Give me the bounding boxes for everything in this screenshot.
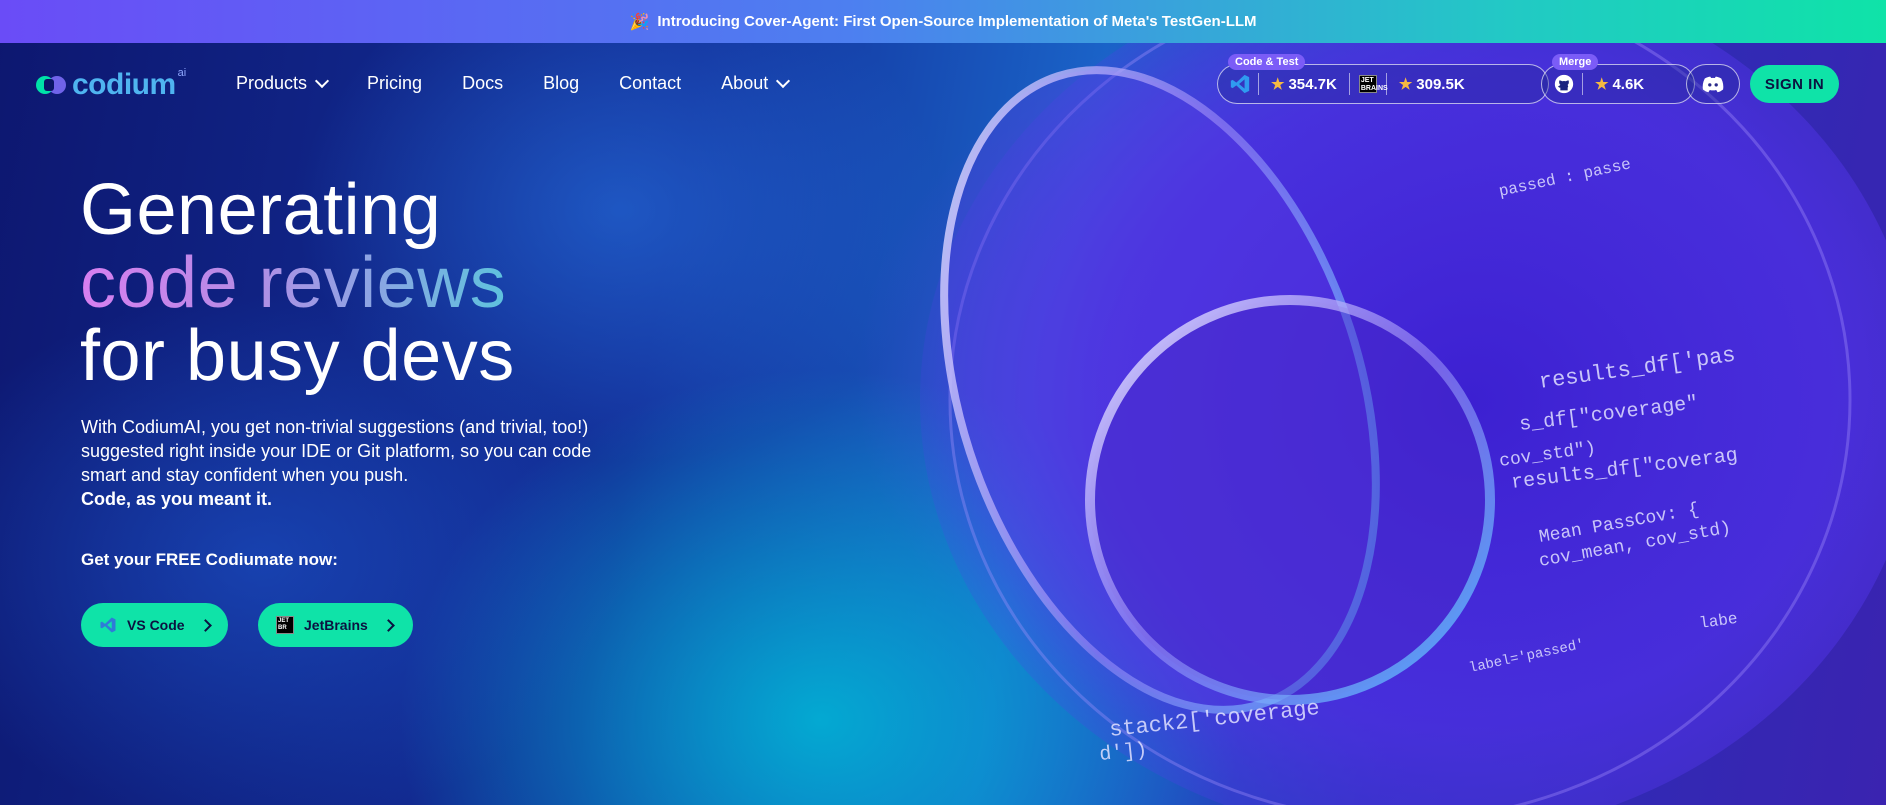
nav-item-contact[interactable]: Contact	[619, 73, 681, 94]
code-test-badge: Code & Test	[1228, 54, 1306, 70]
cta-label: Get your FREE Codiumate now:	[81, 550, 338, 569]
hero-tagline: Code, as you meant it.	[81, 489, 273, 509]
jetbrains-download-button[interactable]: JET BR JetBrains	[258, 603, 413, 647]
top-navigation: codium ai Products Pricing Docs Blog Con…	[0, 43, 1886, 127]
divider	[1348, 73, 1350, 95]
vscode-download-button[interactable]: VS Code	[81, 603, 228, 647]
jetbrains-button-label: JetBrains	[304, 617, 368, 633]
logo-text: codium	[72, 68, 176, 101]
announcement-bar[interactable]: 🎉 Introducing Cover-Agent: First Open-So…	[0, 0, 1886, 43]
chevron-right-icon	[198, 618, 212, 632]
nav-label: Blog	[543, 73, 580, 93]
vscode-rating: ★ 354.7K	[1271, 75, 1337, 94]
nav-label: Docs	[462, 73, 504, 93]
star-icon: ★	[1595, 76, 1609, 93]
github-icon[interactable]	[1552, 72, 1576, 96]
discord-icon	[1702, 76, 1724, 93]
divider	[1385, 73, 1387, 95]
codium-logo-icon	[36, 74, 68, 96]
nav-label: About	[721, 73, 769, 93]
logo-suffix: ai	[177, 67, 187, 79]
nav-item-pricing[interactable]: Pricing	[367, 73, 422, 94]
merge-badge: Merge	[1552, 54, 1599, 70]
party-icon: 🎉	[629, 13, 650, 31]
jetbrains-rating: ★ 309.5K	[1398, 75, 1465, 94]
jetbrains-count: 309.5K	[1416, 75, 1465, 93]
nav-item-products[interactable]: Products	[236, 73, 330, 94]
discord-button[interactable]	[1686, 64, 1740, 104]
hero-description-text: With CodiumAI, you get non-trivial sugge…	[81, 417, 592, 485]
divider	[1582, 73, 1583, 95]
hero-title-line3: for busy devs	[80, 316, 515, 396]
announcement-text[interactable]: Introducing Cover-Agent: First Open-Sour…	[657, 13, 1256, 30]
chevron-down-icon	[776, 73, 791, 89]
jetbrains-icon: JET BR	[276, 616, 294, 634]
hero-title-line1: Generating	[80, 170, 442, 250]
vscode-icon	[100, 617, 116, 633]
chevron-down-icon	[314, 73, 330, 89]
sign-in-button[interactable]: SIGN IN	[1750, 65, 1839, 103]
tunnel-inner-ring	[1085, 295, 1495, 705]
star-icon: ★	[1398, 76, 1413, 93]
vscode-icon[interactable]	[1228, 72, 1252, 96]
hero-description: With CodiumAI, you get non-trivial sugge…	[81, 415, 611, 511]
main-menu: Products Pricing Docs Blog Contact About	[236, 73, 828, 94]
vscode-button-label: VS Code	[127, 617, 185, 633]
codium-logo[interactable]: codium ai	[36, 65, 186, 105]
merge-stats: Merge ★ 4.6K	[1541, 54, 1695, 104]
code-test-stats: Code & Test ★ 354.7K JET BRAINS ★ 309.5K	[1217, 54, 1549, 104]
github-count: 4.6K	[1612, 75, 1645, 93]
hero-title-line2: code reviews	[80, 247, 515, 320]
chevron-right-icon	[381, 618, 395, 632]
nav-item-about[interactable]: About	[721, 73, 791, 94]
github-rating: ★ 4.6K	[1595, 75, 1645, 94]
nav-label: Products	[236, 73, 308, 93]
jetbrains-icon[interactable]: JET BRAINS	[1356, 72, 1388, 96]
vscode-count: 354.7K	[1288, 75, 1337, 93]
hero-title: Generating code reviews for busy devs	[80, 174, 515, 393]
nav-item-docs[interactable]: Docs	[462, 73, 503, 94]
star-icon: ★	[1271, 76, 1285, 93]
nav-label: Contact	[619, 73, 682, 93]
nav-label: Pricing	[367, 73, 423, 93]
nav-item-blog[interactable]: Blog	[543, 73, 579, 94]
divider	[1258, 73, 1259, 95]
